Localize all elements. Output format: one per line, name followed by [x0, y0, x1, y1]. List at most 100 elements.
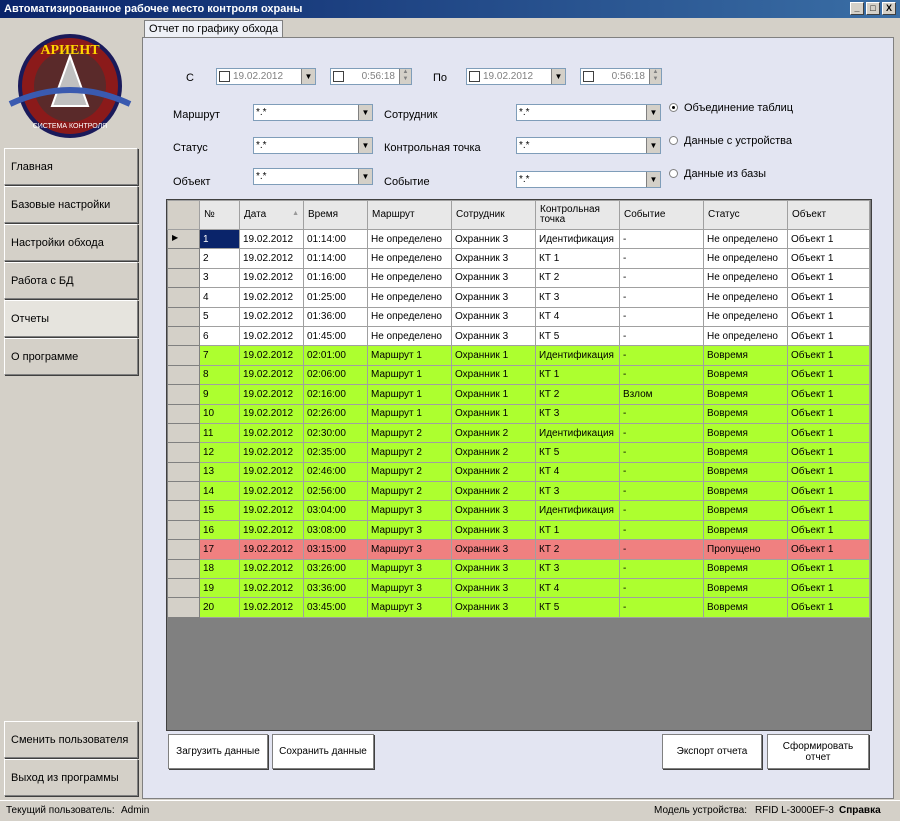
- table-cell[interactable]: -: [619, 267, 704, 289]
- table-cell[interactable]: Взлом: [619, 384, 704, 405]
- table-cell[interactable]: -: [619, 345, 704, 366]
- table-cell[interactable]: Объект 1: [787, 481, 870, 502]
- change-user-button[interactable]: Сменить пользователя: [4, 721, 138, 758]
- table-cell[interactable]: 01:25:00: [303, 287, 368, 308]
- table-cell[interactable]: 19.02.2012: [239, 558, 304, 580]
- from-date-checkbox[interactable]: [219, 71, 230, 82]
- row-selector[interactable]: [167, 597, 200, 618]
- col-header-object[interactable]: Объект: [787, 200, 870, 230]
- table-cell[interactable]: 19.02.2012: [239, 306, 304, 327]
- nav-main-button[interactable]: Главная: [4, 148, 138, 185]
- to-date-picker[interactable]: 19.02.2012 ▼: [466, 68, 566, 85]
- table-cell[interactable]: 03:36:00: [303, 578, 368, 599]
- table-row[interactable]: 3 19.02.2012 01:16:00 Не определено Охранник…: [167, 267, 870, 289]
- table-cell[interactable]: Не определено: [703, 228, 788, 250]
- table-cell[interactable]: -: [619, 519, 704, 541]
- object-select[interactable]: *.* ▼: [253, 168, 373, 185]
- table-row[interactable]: 20 19.02.2012 03:45:00 Маршрут 3 Охранник 3К…: [167, 597, 870, 618]
- table-cell[interactable]: Объект 1: [787, 228, 870, 250]
- table-cell[interactable]: Охранник 3: [451, 578, 536, 599]
- table-cell[interactable]: Охранник 2: [451, 481, 536, 502]
- table-cell[interactable]: КТ 4: [535, 461, 620, 483]
- table-cell[interactable]: Маршрут 1: [367, 403, 452, 424]
- table-cell[interactable]: Охранник 3: [451, 325, 536, 347]
- table-cell[interactable]: Маршрут 2: [367, 442, 452, 463]
- row-selector[interactable]: [167, 539, 200, 560]
- table-cell[interactable]: КТ 2: [535, 539, 620, 560]
- row-selector[interactable]: [167, 578, 200, 599]
- table-cell[interactable]: Объект 1: [787, 403, 870, 424]
- exit-button[interactable]: Выход из программы: [4, 759, 138, 796]
- table-cell[interactable]: -: [619, 364, 704, 386]
- table-cell[interactable]: Маршрут 3: [367, 519, 452, 541]
- table-cell[interactable]: Вовремя: [703, 597, 788, 618]
- table-cell[interactable]: Вовремя: [703, 384, 788, 405]
- table-cell[interactable]: Объект 1: [787, 597, 870, 618]
- row-selector[interactable]: ▶: [167, 228, 200, 250]
- table-cell[interactable]: 5: [199, 306, 240, 327]
- table-cell[interactable]: Маршрут 1: [367, 384, 452, 405]
- table-cell[interactable]: 01:14:00: [303, 248, 368, 269]
- table-cell[interactable]: 19.02.2012: [239, 267, 304, 289]
- table-cell[interactable]: Вовремя: [703, 558, 788, 580]
- row-selector[interactable]: [167, 403, 200, 424]
- table-cell[interactable]: 6: [199, 325, 240, 347]
- table-cell[interactable]: Маршрут 2: [367, 481, 452, 502]
- table-row[interactable]: 6 19.02.2012 01:45:00 Не определено Охранник…: [167, 325, 870, 347]
- table-cell[interactable]: Идентификация: [535, 345, 620, 366]
- table-cell[interactable]: Вовремя: [703, 481, 788, 502]
- export-report-button[interactable]: Экспорт отчета: [662, 734, 762, 769]
- table-row[interactable]: 14 19.02.2012 02:56:00 Маршрут 2 Охранник 2К…: [167, 481, 870, 502]
- table-cell[interactable]: 01:45:00: [303, 325, 368, 347]
- to-date-dropdown-icon[interactable]: ▼: [551, 69, 565, 84]
- table-cell[interactable]: 19.02.2012: [239, 325, 304, 347]
- minimize-button[interactable]: _: [850, 2, 864, 15]
- maximize-button[interactable]: □: [866, 2, 880, 15]
- table-cell[interactable]: 19.02.2012: [239, 442, 304, 463]
- table-row[interactable]: 12 19.02.2012 02:35:00 Маршрут 2 Охранник 2К…: [167, 442, 870, 463]
- table-cell[interactable]: 12: [199, 442, 240, 463]
- table-cell[interactable]: Вовремя: [703, 578, 788, 599]
- table-row[interactable]: 7 19.02.2012 02:01:00 Маршрут 1 Охранник 1 Ид…: [167, 345, 870, 366]
- table-cell[interactable]: Маршрут 3: [367, 578, 452, 599]
- table-row[interactable]: 15 19.02.2012 03:04:00 Маршрут 3 Охранник 3И…: [167, 500, 870, 521]
- table-cell[interactable]: Охранник 3: [451, 248, 536, 269]
- table-cell[interactable]: Вовремя: [703, 500, 788, 521]
- table-cell[interactable]: Охранник 3: [451, 306, 536, 327]
- table-cell[interactable]: КТ 3: [535, 481, 620, 502]
- table-cell[interactable]: Не определено: [367, 325, 452, 347]
- table-cell[interactable]: 03:08:00: [303, 519, 368, 541]
- table-cell[interactable]: КТ 1: [535, 519, 620, 541]
- nav-reports-button[interactable]: Отчеты: [4, 300, 138, 337]
- table-row[interactable]: 17 19.02.2012 03:15:00 Маршрут 3 Охранник 3К…: [167, 539, 870, 560]
- checkpoint-dropdown-icon[interactable]: ▼: [646, 138, 660, 153]
- table-cell[interactable]: -: [619, 442, 704, 463]
- to-time-checkbox[interactable]: [583, 71, 594, 82]
- save-data-button[interactable]: Сохранить данные: [272, 734, 374, 769]
- col-header-status[interactable]: Статус: [703, 200, 788, 230]
- table-cell[interactable]: Охранник 3: [451, 228, 536, 250]
- row-selector[interactable]: [167, 325, 200, 347]
- table-cell[interactable]: Вовремя: [703, 422, 788, 444]
- table-cell[interactable]: 11: [199, 422, 240, 444]
- table-cell[interactable]: КТ 2: [535, 267, 620, 289]
- table-cell[interactable]: Объект 1: [787, 442, 870, 463]
- event-dropdown-icon[interactable]: ▼: [646, 172, 660, 187]
- employee-select[interactable]: *.* ▼: [516, 104, 661, 121]
- table-cell[interactable]: 14: [199, 481, 240, 502]
- table-cell[interactable]: -: [619, 539, 704, 560]
- table-cell[interactable]: КТ 3: [535, 403, 620, 424]
- object-dropdown-icon[interactable]: ▼: [358, 169, 372, 184]
- col-header-date[interactable]: Дата ▲: [239, 200, 304, 230]
- table-cell[interactable]: 7: [199, 345, 240, 366]
- table-cell[interactable]: Не определено: [703, 267, 788, 289]
- table-cell[interactable]: КТ 1: [535, 248, 620, 269]
- table-cell[interactable]: Охранник 3: [451, 500, 536, 521]
- table-cell[interactable]: 19.02.2012: [239, 345, 304, 366]
- to-date-checkbox[interactable]: [469, 71, 480, 82]
- table-cell[interactable]: Не определено: [367, 267, 452, 289]
- table-cell[interactable]: Объект 1: [787, 345, 870, 366]
- table-cell[interactable]: 19.02.2012: [239, 481, 304, 502]
- table-cell[interactable]: Маршрут 1: [367, 364, 452, 386]
- table-row[interactable]: 18 19.02.2012 03:26:00 Маршрут 3 Охранник 3К…: [167, 558, 870, 580]
